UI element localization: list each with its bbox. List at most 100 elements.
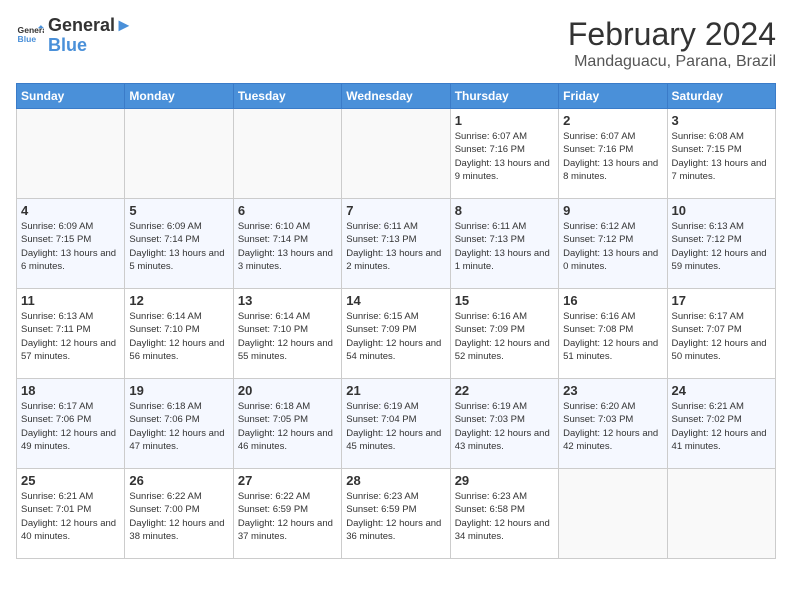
location-subtitle: Mandaguacu, Parana, Brazil xyxy=(568,53,776,71)
day-number: 21 xyxy=(346,383,445,398)
day-number: 3 xyxy=(672,113,771,128)
calendar-cell xyxy=(559,469,667,559)
logo: General Blue General► Blue xyxy=(16,16,133,56)
day-number: 6 xyxy=(238,203,337,218)
day-number: 17 xyxy=(672,293,771,308)
calendar-cell: 12 Sunrise: 6:14 AM Sunset: 7:10 PM Dayli… xyxy=(125,289,233,379)
calendar-cell: 1 Sunrise: 6:07 AM Sunset: 7:16 PM Daylig… xyxy=(450,109,558,199)
day-info: Sunrise: 6:11 AM Sunset: 7:13 PM Dayligh… xyxy=(455,220,554,273)
calendar-cell: 9 Sunrise: 6:12 AM Sunset: 7:12 PM Daylig… xyxy=(559,199,667,289)
day-number: 26 xyxy=(129,473,228,488)
day-number: 25 xyxy=(21,473,120,488)
day-info: Sunrise: 6:18 AM Sunset: 7:06 PM Dayligh… xyxy=(129,400,228,453)
calendar-cell: 2Sunrise: 6:07 AM Sunset: 7:16 PM Daylig… xyxy=(559,109,667,199)
day-number: 28 xyxy=(346,473,445,488)
calendar-cell: 15 Sunrise: 6:16 AM Sunset: 7:09 PM Dayli… xyxy=(450,289,558,379)
day-info: Sunrise: 6:13 AM Sunset: 7:11 PM Dayligh… xyxy=(21,310,120,363)
calendar-week-row: 1 Sunrise: 6:07 AM Sunset: 7:16 PM Daylig… xyxy=(17,109,776,199)
calendar-cell: 4 Sunrise: 6:09 AM Sunset: 7:15 PM Daylig… xyxy=(17,199,125,289)
day-number: 2 xyxy=(563,113,662,128)
day-number: 23 xyxy=(563,383,662,398)
calendar-cell: 17 Sunrise: 6:17 AM Sunset: 7:07 PM Dayli… xyxy=(667,289,775,379)
day-number: 10 xyxy=(672,203,771,218)
calendar-cell: 10 Sunrise: 6:13 AM Sunset: 7:12 PM Dayli… xyxy=(667,199,775,289)
day-number: 18 xyxy=(21,383,120,398)
day-info: Sunrise: 6:12 AM Sunset: 7:12 PM Dayligh… xyxy=(563,220,662,273)
calendar-week-row: 25 Sunrise: 6:21 AM Sunset: 7:01 PM Dayli… xyxy=(17,469,776,559)
day-number: 19 xyxy=(129,383,228,398)
calendar-header-row: SundayMondayTuesdayWednesdayThursdayFrid… xyxy=(17,84,776,109)
day-number: 24 xyxy=(672,383,771,398)
calendar-cell: 8 Sunrise: 6:11 AM Sunset: 7:13 PM Daylig… xyxy=(450,199,558,289)
calendar-cell xyxy=(125,109,233,199)
day-info: Sunrise: 6:07 AM Sunset: 7:16 PM Dayligh… xyxy=(455,130,554,183)
calendar-cell xyxy=(342,109,450,199)
month-year-title: February 2024 xyxy=(568,16,776,53)
day-number: 16 xyxy=(563,293,662,308)
day-info: Sunrise: 6:11 AM Sunset: 7:13 PM Dayligh… xyxy=(346,220,445,273)
calendar-cell: 16 Sunrise: 6:16 AM Sunset: 7:08 PM Dayli… xyxy=(559,289,667,379)
day-info: Sunrise: 6:21 AM Sunset: 7:01 PM Dayligh… xyxy=(21,490,120,543)
day-info: Sunrise: 6:14 AM Sunset: 7:10 PM Dayligh… xyxy=(129,310,228,363)
calendar-cell: 27 Sunrise: 6:22 AM Sunset: 6:59 PM Dayli… xyxy=(233,469,341,559)
calendar-cell: 18 Sunrise: 6:17 AM Sunset: 7:06 PM Dayli… xyxy=(17,379,125,469)
calendar-week-row: 4 Sunrise: 6:09 AM Sunset: 7:15 PM Daylig… xyxy=(17,199,776,289)
calendar-cell: 29 Sunrise: 6:23 AM Sunset: 6:58 PM Dayli… xyxy=(450,469,558,559)
day-number: 7 xyxy=(346,203,445,218)
day-info: Sunrise: 6:09 AM Sunset: 7:15 PM Dayligh… xyxy=(21,220,120,273)
day-number: 13 xyxy=(238,293,337,308)
calendar-cell: 5 Sunrise: 6:09 AM Sunset: 7:14 PM Daylig… xyxy=(125,199,233,289)
weekday-header-sunday: Sunday xyxy=(17,84,125,109)
weekday-header-thursday: Thursday xyxy=(450,84,558,109)
day-info: Sunrise: 6:14 AM Sunset: 7:10 PM Dayligh… xyxy=(238,310,337,363)
calendar-cell: 11 Sunrise: 6:13 AM Sunset: 7:11 PM Dayli… xyxy=(17,289,125,379)
logo-icon: General Blue xyxy=(16,22,44,50)
day-info: Sunrise: 6:15 AM Sunset: 7:09 PM Dayligh… xyxy=(346,310,445,363)
day-number: 27 xyxy=(238,473,337,488)
calendar-cell: 6 Sunrise: 6:10 AM Sunset: 7:14 PM Daylig… xyxy=(233,199,341,289)
calendar-cell: 25 Sunrise: 6:21 AM Sunset: 7:01 PM Dayli… xyxy=(17,469,125,559)
weekday-header-saturday: Saturday xyxy=(667,84,775,109)
day-info: Sunrise: 6:16 AM Sunset: 7:09 PM Dayligh… xyxy=(455,310,554,363)
weekday-header-tuesday: Tuesday xyxy=(233,84,341,109)
day-number: 14 xyxy=(346,293,445,308)
day-number: 9 xyxy=(563,203,662,218)
day-number: 1 xyxy=(455,113,554,128)
calendar-cell: 13 Sunrise: 6:14 AM Sunset: 7:10 PM Dayli… xyxy=(233,289,341,379)
logo-text-line1: General► xyxy=(48,16,133,36)
day-info: Sunrise: 6:19 AM Sunset: 7:03 PM Dayligh… xyxy=(455,400,554,453)
day-info: Sunrise: 6:17 AM Sunset: 7:06 PM Dayligh… xyxy=(21,400,120,453)
calendar-cell: 28Sunrise: 6:23 AM Sunset: 6:59 PM Dayli… xyxy=(342,469,450,559)
day-info: Sunrise: 6:17 AM Sunset: 7:07 PM Dayligh… xyxy=(672,310,771,363)
calendar-week-row: 11 Sunrise: 6:13 AM Sunset: 7:11 PM Dayli… xyxy=(17,289,776,379)
day-info: Sunrise: 6:13 AM Sunset: 7:12 PM Dayligh… xyxy=(672,220,771,273)
day-number: 22 xyxy=(455,383,554,398)
day-info: Sunrise: 6:21 AM Sunset: 7:02 PM Dayligh… xyxy=(672,400,771,453)
calendar-cell: 7 Sunrise: 6:11 AM Sunset: 7:13 PM Daylig… xyxy=(342,199,450,289)
day-info: Sunrise: 6:22 AM Sunset: 7:00 PM Dayligh… xyxy=(129,490,228,543)
day-info: Sunrise: 6:10 AM Sunset: 7:14 PM Dayligh… xyxy=(238,220,337,273)
svg-text:Blue: Blue xyxy=(18,34,37,44)
day-info: Sunrise: 6:19 AM Sunset: 7:04 PM Dayligh… xyxy=(346,400,445,453)
day-info: Sunrise: 6:18 AM Sunset: 7:05 PM Dayligh… xyxy=(238,400,337,453)
day-number: 12 xyxy=(129,293,228,308)
day-number: 4 xyxy=(21,203,120,218)
weekday-header-wednesday: Wednesday xyxy=(342,84,450,109)
day-info: Sunrise: 6:23 AM Sunset: 6:58 PM Dayligh… xyxy=(455,490,554,543)
day-info: Sunrise: 6:08 AM Sunset: 7:15 PM Dayligh… xyxy=(672,130,771,183)
calendar-cell: 22 Sunrise: 6:19 AM Sunset: 7:03 PM Dayli… xyxy=(450,379,558,469)
calendar-cell: 3 Sunrise: 6:08 AM Sunset: 7:15 PM Daylig… xyxy=(667,109,775,199)
day-number: 15 xyxy=(455,293,554,308)
day-number: 11 xyxy=(21,293,120,308)
day-info: Sunrise: 6:22 AM Sunset: 6:59 PM Dayligh… xyxy=(238,490,337,543)
day-info: Sunrise: 6:09 AM Sunset: 7:14 PM Dayligh… xyxy=(129,220,228,273)
day-number: 20 xyxy=(238,383,337,398)
day-info: Sunrise: 6:16 AM Sunset: 7:08 PM Dayligh… xyxy=(563,310,662,363)
calendar-cell: 24 Sunrise: 6:21 AM Sunset: 7:02 PM Dayli… xyxy=(667,379,775,469)
calendar-cell: 23Sunrise: 6:20 AM Sunset: 7:03 PM Dayli… xyxy=(559,379,667,469)
weekday-header-friday: Friday xyxy=(559,84,667,109)
day-number: 29 xyxy=(455,473,554,488)
logo-text-line2: Blue xyxy=(48,36,133,56)
day-number: 5 xyxy=(129,203,228,218)
day-number: 8 xyxy=(455,203,554,218)
